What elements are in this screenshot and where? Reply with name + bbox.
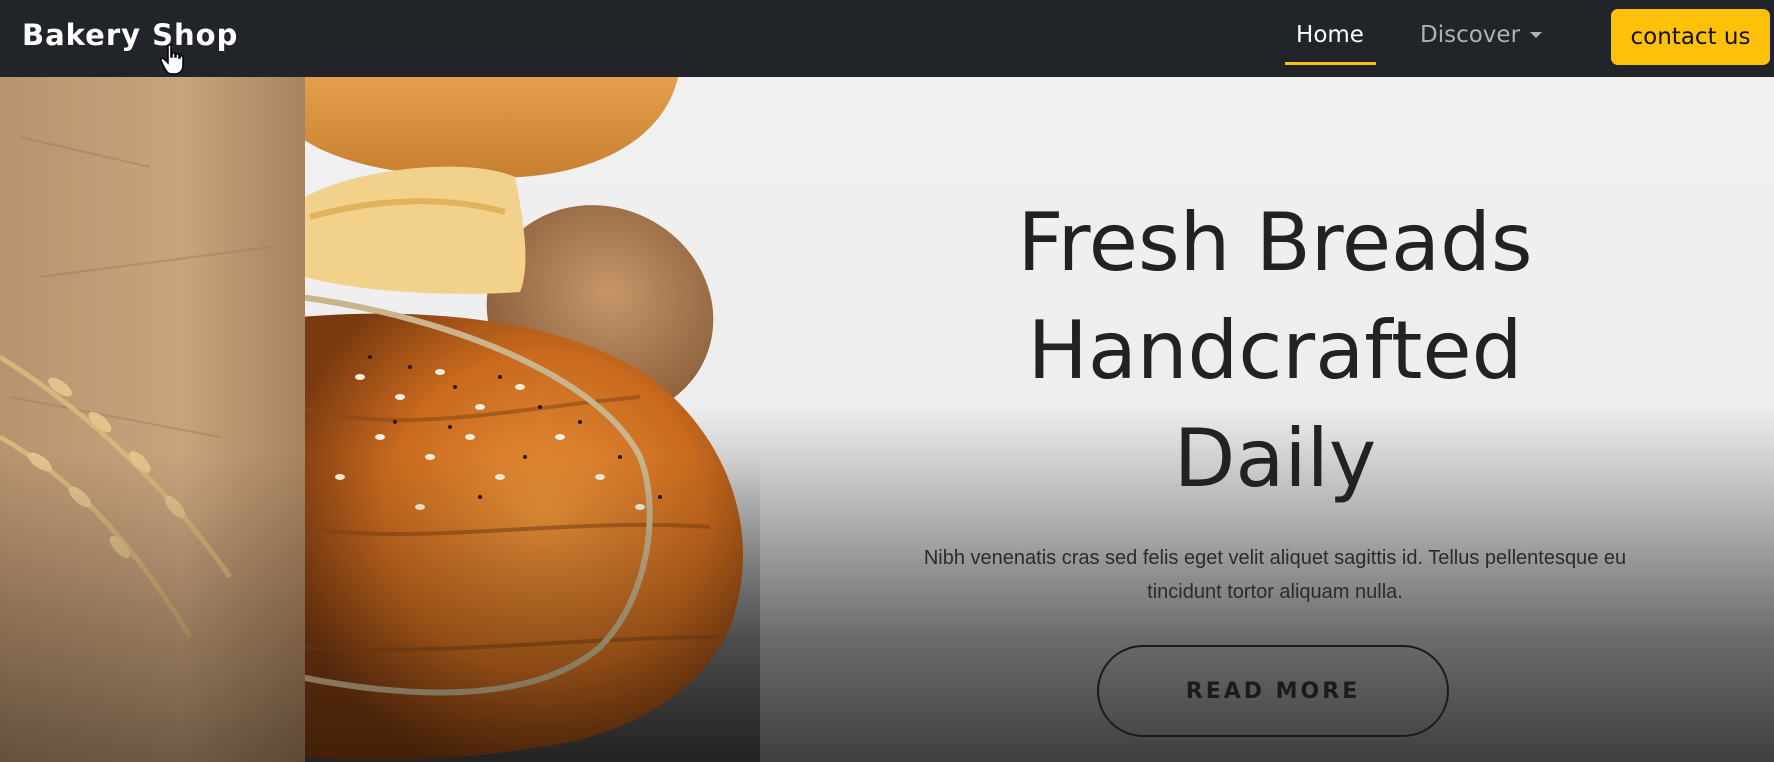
hero-title-line-3: Daily <box>1173 411 1377 505</box>
hand-pointer-icon <box>160 44 184 75</box>
read-more-button[interactable]: READ MORE <box>1097 645 1449 737</box>
nav-link-discover[interactable]: Discover <box>1420 22 1520 48</box>
contact-us-button[interactable]: contact us <box>1611 9 1770 65</box>
brand-logo[interactable]: Bakery Shop <box>22 18 238 52</box>
hero-title-line-2: Handcrafted <box>1027 303 1523 397</box>
caret-down-icon[interactable] <box>1529 30 1543 40</box>
hero-title: Fresh Breads Handcrafted Daily <box>860 189 1690 513</box>
hero-section: Fresh Breads Handcrafted Daily Nibh vene… <box>0 77 1774 762</box>
hero-description: Nibh venenatis cras sed felis eget velit… <box>923 547 1627 603</box>
hero-title-line-1: Fresh Breads <box>1017 195 1533 289</box>
navbar: Bakery Shop Home Discover contact us <box>0 0 1774 77</box>
nav-link-home[interactable]: Home <box>1285 22 1375 66</box>
active-link-indicator <box>1285 62 1376 65</box>
